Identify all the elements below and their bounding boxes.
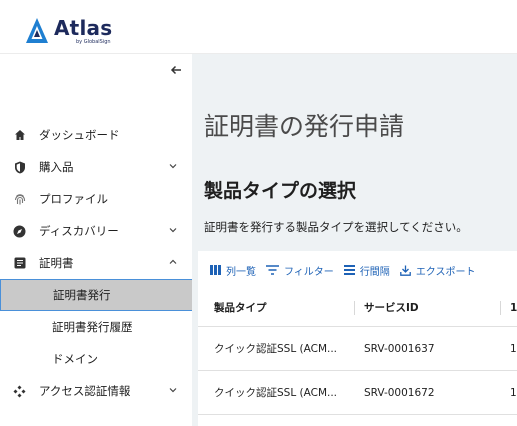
chevron-down-icon (169, 388, 177, 393)
arrow-left-icon (170, 65, 181, 75)
filter-label: フィルター (284, 266, 334, 278)
sidebar-subitem-label: 証明書発行履歴 (52, 320, 133, 334)
sidebar-item-access-credentials[interactable]: アクセス認証情報 (0, 375, 192, 407)
export-button[interactable]: エクスポート (399, 263, 476, 278)
atlas-logo-icon[interactable] (25, 17, 49, 45)
density-icon (343, 265, 355, 275)
column-separator[interactable] (354, 301, 355, 315)
columns-icon (210, 265, 221, 275)
collapse-sidebar-button[interactable] (168, 64, 184, 80)
home-icon (13, 129, 26, 142)
certificate-icon (13, 257, 26, 270)
sidebar-item-certificates[interactable]: 証明書 (0, 247, 192, 279)
sidebar-item-dashboard[interactable]: ダッシュボード (0, 119, 192, 151)
export-label: エクスポート (415, 266, 476, 278)
cell-product-type: クイック認証SSL (ACM... (214, 343, 338, 355)
sidebar-subitem-label: ドメイン (52, 352, 98, 366)
chevron-down-icon (169, 228, 177, 233)
columns-label: 列一覧 (226, 266, 256, 278)
product-table-card: 列一覧 フィルター 行間隔 エクスポート 製品タイプ サービスID 1 クイック (198, 251, 517, 426)
sidebar-subitem-issue-certificate[interactable]: 証明書発行 (0, 279, 193, 311)
sidebar-item-label: ディスカバリー (39, 224, 119, 238)
table-toolbar: 列一覧 フィルター 行間隔 エクスポート (198, 251, 517, 289)
filter-icon (266, 265, 279, 275)
top-bar: Atlas by GlobalSign (0, 0, 517, 54)
brand-name: Atlas (54, 16, 113, 40)
chevron-up-icon (169, 259, 177, 264)
page-title: 証明書の発行申請 (204, 112, 405, 141)
filter-button[interactable]: フィルター (266, 263, 334, 278)
cell-third: 1 (510, 343, 517, 355)
column-header-product-type[interactable]: 製品タイプ (214, 289, 267, 327)
sidebar-item-label: ダッシュボード (39, 128, 120, 142)
fingerprint-icon (13, 193, 26, 206)
cell-service-id: SRV-0001637 (364, 343, 435, 355)
main-content: 証明書の発行申請 製品タイプの選択 証明書を発行する製品タイプを選択してください… (192, 54, 517, 426)
density-label: 行間隔 (359, 266, 390, 278)
column-header-third[interactable]: 1 (510, 289, 517, 327)
sidebar-item-label: プロファイル (39, 192, 108, 206)
table-row[interactable]: クイック認証SSL (ACM... SRV-0001672 1 (198, 371, 517, 415)
brand-subtitle: by GlobalSign (76, 39, 111, 45)
cell-third: 1 (510, 387, 517, 399)
sidebar-subitem-domains[interactable]: ドメイン (0, 343, 192, 375)
sidebar-item-profile[interactable]: プロファイル (0, 183, 192, 215)
cell-product-type: クイック認証SSL (ACM... (214, 387, 338, 399)
compass-icon (13, 225, 26, 238)
table-header: 製品タイプ サービスID 1 (198, 289, 517, 327)
sidebar-item-discovery[interactable]: ディスカバリー (0, 215, 192, 247)
export-icon (399, 265, 411, 276)
section-title: 製品タイプの選択 (204, 180, 357, 202)
sidebar-subitem-label: 証明書発行 (53, 288, 111, 302)
sidebar-item-purchases[interactable]: 購入品 (0, 151, 192, 183)
chevron-down-icon (169, 164, 177, 169)
column-separator[interactable] (500, 301, 501, 315)
sidebar: ダッシュボード 購入品 プロファイル ディスカバリー 証明書 証明書発行 証明書… (0, 54, 193, 426)
columns-button[interactable]: 列一覧 (210, 263, 256, 278)
density-button[interactable]: 行間隔 (343, 263, 390, 278)
sidebar-item-label: 購入品 (39, 160, 74, 174)
access-icon (13, 385, 26, 398)
table-row[interactable]: クイック認証SSL (ACM... SRV-0001637 1 (198, 327, 517, 371)
sidebar-item-label: アクセス認証情報 (39, 384, 131, 398)
sidebar-subitem-issuance-history[interactable]: 証明書発行履歴 (0, 311, 192, 343)
shield-icon (13, 161, 26, 174)
column-header-service-id[interactable]: サービスID (364, 289, 419, 327)
section-description: 証明書を発行する製品タイプを選択してください。 (204, 220, 468, 234)
cell-service-id: SRV-0001672 (364, 387, 435, 399)
sidebar-item-label: 証明書 (39, 256, 74, 270)
